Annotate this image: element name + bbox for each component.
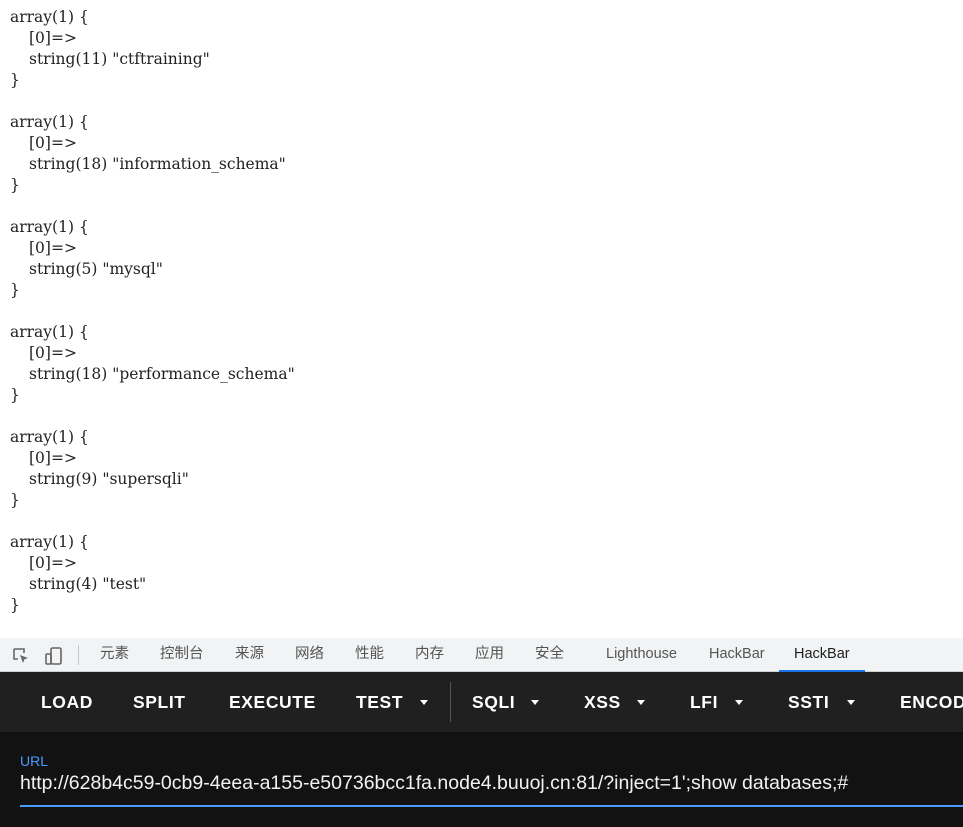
dump-open: array(1) { <box>10 218 89 236</box>
dump-index: [0]=> <box>29 449 77 467</box>
ssti-button[interactable]: SSTI <box>788 672 829 732</box>
tab-lighthouse[interactable]: Lighthouse <box>606 638 677 671</box>
dump-value: string(18) "information_schema" <box>29 155 286 173</box>
tab-hackbar[interactable]: HackBar <box>709 638 765 671</box>
dump-open: array(1) { <box>10 8 89 26</box>
test-button[interactable]: TEST <box>356 672 403 732</box>
tab-elements[interactable]: 元素 <box>100 638 129 671</box>
dump-value: string(5) "mysql" <box>29 260 163 278</box>
array-dump-3: array(1) { [0]=> string(5) "mysql" } <box>10 217 610 301</box>
dump-value: string(4) "test" <box>29 575 147 593</box>
dump-value: string(11) "ctftraining" <box>29 50 210 68</box>
device-toolbar-icon[interactable] <box>44 646 64 666</box>
devtools-tab-bar: 元素 控制台 来源 网络 性能 内存 应用 安全 Lighthouse Hack… <box>0 638 963 672</box>
dump-close: } <box>10 491 20 509</box>
dump-index: [0]=> <box>29 239 77 257</box>
test-dropdown-icon[interactable] <box>420 700 428 705</box>
hackbar-toolbar: LOAD SPLIT EXECUTE TEST SQLI XSS LFI SST… <box>0 672 963 732</box>
xss-button[interactable]: XSS <box>584 672 621 732</box>
tab-separator <box>78 645 79 665</box>
tab-memory[interactable]: 内存 <box>415 638 444 671</box>
dump-value: string(18) "performance_schema" <box>29 365 295 383</box>
dump-open: array(1) { <box>10 428 89 446</box>
hackbar-url-panel: URL http://628b4c59-0cb9-4eea-a155-e5073… <box>0 732 963 827</box>
sqli-button[interactable]: SQLI <box>472 672 515 732</box>
xss-dropdown-icon[interactable] <box>637 700 645 705</box>
array-dump-5: array(1) { [0]=> string(9) "supersqli" } <box>10 427 610 511</box>
tab-sources[interactable]: 来源 <box>235 638 264 671</box>
dump-open: array(1) { <box>10 323 89 341</box>
dump-close: } <box>10 176 20 194</box>
tab-security[interactable]: 安全 <box>535 638 564 671</box>
dump-open: array(1) { <box>10 533 89 551</box>
execute-button[interactable]: EXECUTE <box>229 672 316 732</box>
sqli-dropdown-icon[interactable] <box>531 700 539 705</box>
load-button[interactable]: LOAD <box>41 672 93 732</box>
array-dump-4: array(1) { [0]=> string(18) "performance… <box>10 322 610 406</box>
dump-close: } <box>10 596 20 614</box>
dump-index: [0]=> <box>29 134 77 152</box>
dump-close: } <box>10 71 20 89</box>
url-input[interactable]: http://628b4c59-0cb9-4eea-a155-e50736bcc… <box>20 772 848 795</box>
lfi-dropdown-icon[interactable] <box>735 700 743 705</box>
array-dump-1: array(1) { [0]=> string(11) "ctftraining… <box>10 7 610 91</box>
array-dump-6: array(1) { [0]=> string(4) "test" } <box>10 532 610 616</box>
tab-network[interactable]: 网络 <box>295 638 324 671</box>
dump-index: [0]=> <box>29 344 77 362</box>
dump-value: string(9) "supersqli" <box>29 470 189 488</box>
dump-close: } <box>10 386 20 404</box>
lfi-button[interactable]: LFI <box>690 672 718 732</box>
ssti-dropdown-icon[interactable] <box>847 700 855 705</box>
url-label: URL <box>20 753 49 769</box>
inspect-element-icon[interactable] <box>11 646 31 666</box>
dump-open: array(1) { <box>10 113 89 131</box>
dump-index: [0]=> <box>29 554 77 572</box>
tab-console[interactable]: 控制台 <box>160 638 204 671</box>
toolbar-divider <box>450 682 451 722</box>
tab-hackbar-active[interactable]: HackBar <box>779 638 865 672</box>
page-output: array(1) { [0]=> string(11) "ctftraining… <box>0 0 963 638</box>
url-input-underline <box>20 805 963 807</box>
array-dump-2: array(1) { [0]=> string(18) "information… <box>10 112 610 196</box>
tab-application[interactable]: 应用 <box>475 638 504 671</box>
split-button[interactable]: SPLIT <box>133 672 186 732</box>
dump-close: } <box>10 281 20 299</box>
encoding-button[interactable]: ENCOD <box>900 672 963 732</box>
dump-index: [0]=> <box>29 29 77 47</box>
tab-performance[interactable]: 性能 <box>355 638 384 671</box>
